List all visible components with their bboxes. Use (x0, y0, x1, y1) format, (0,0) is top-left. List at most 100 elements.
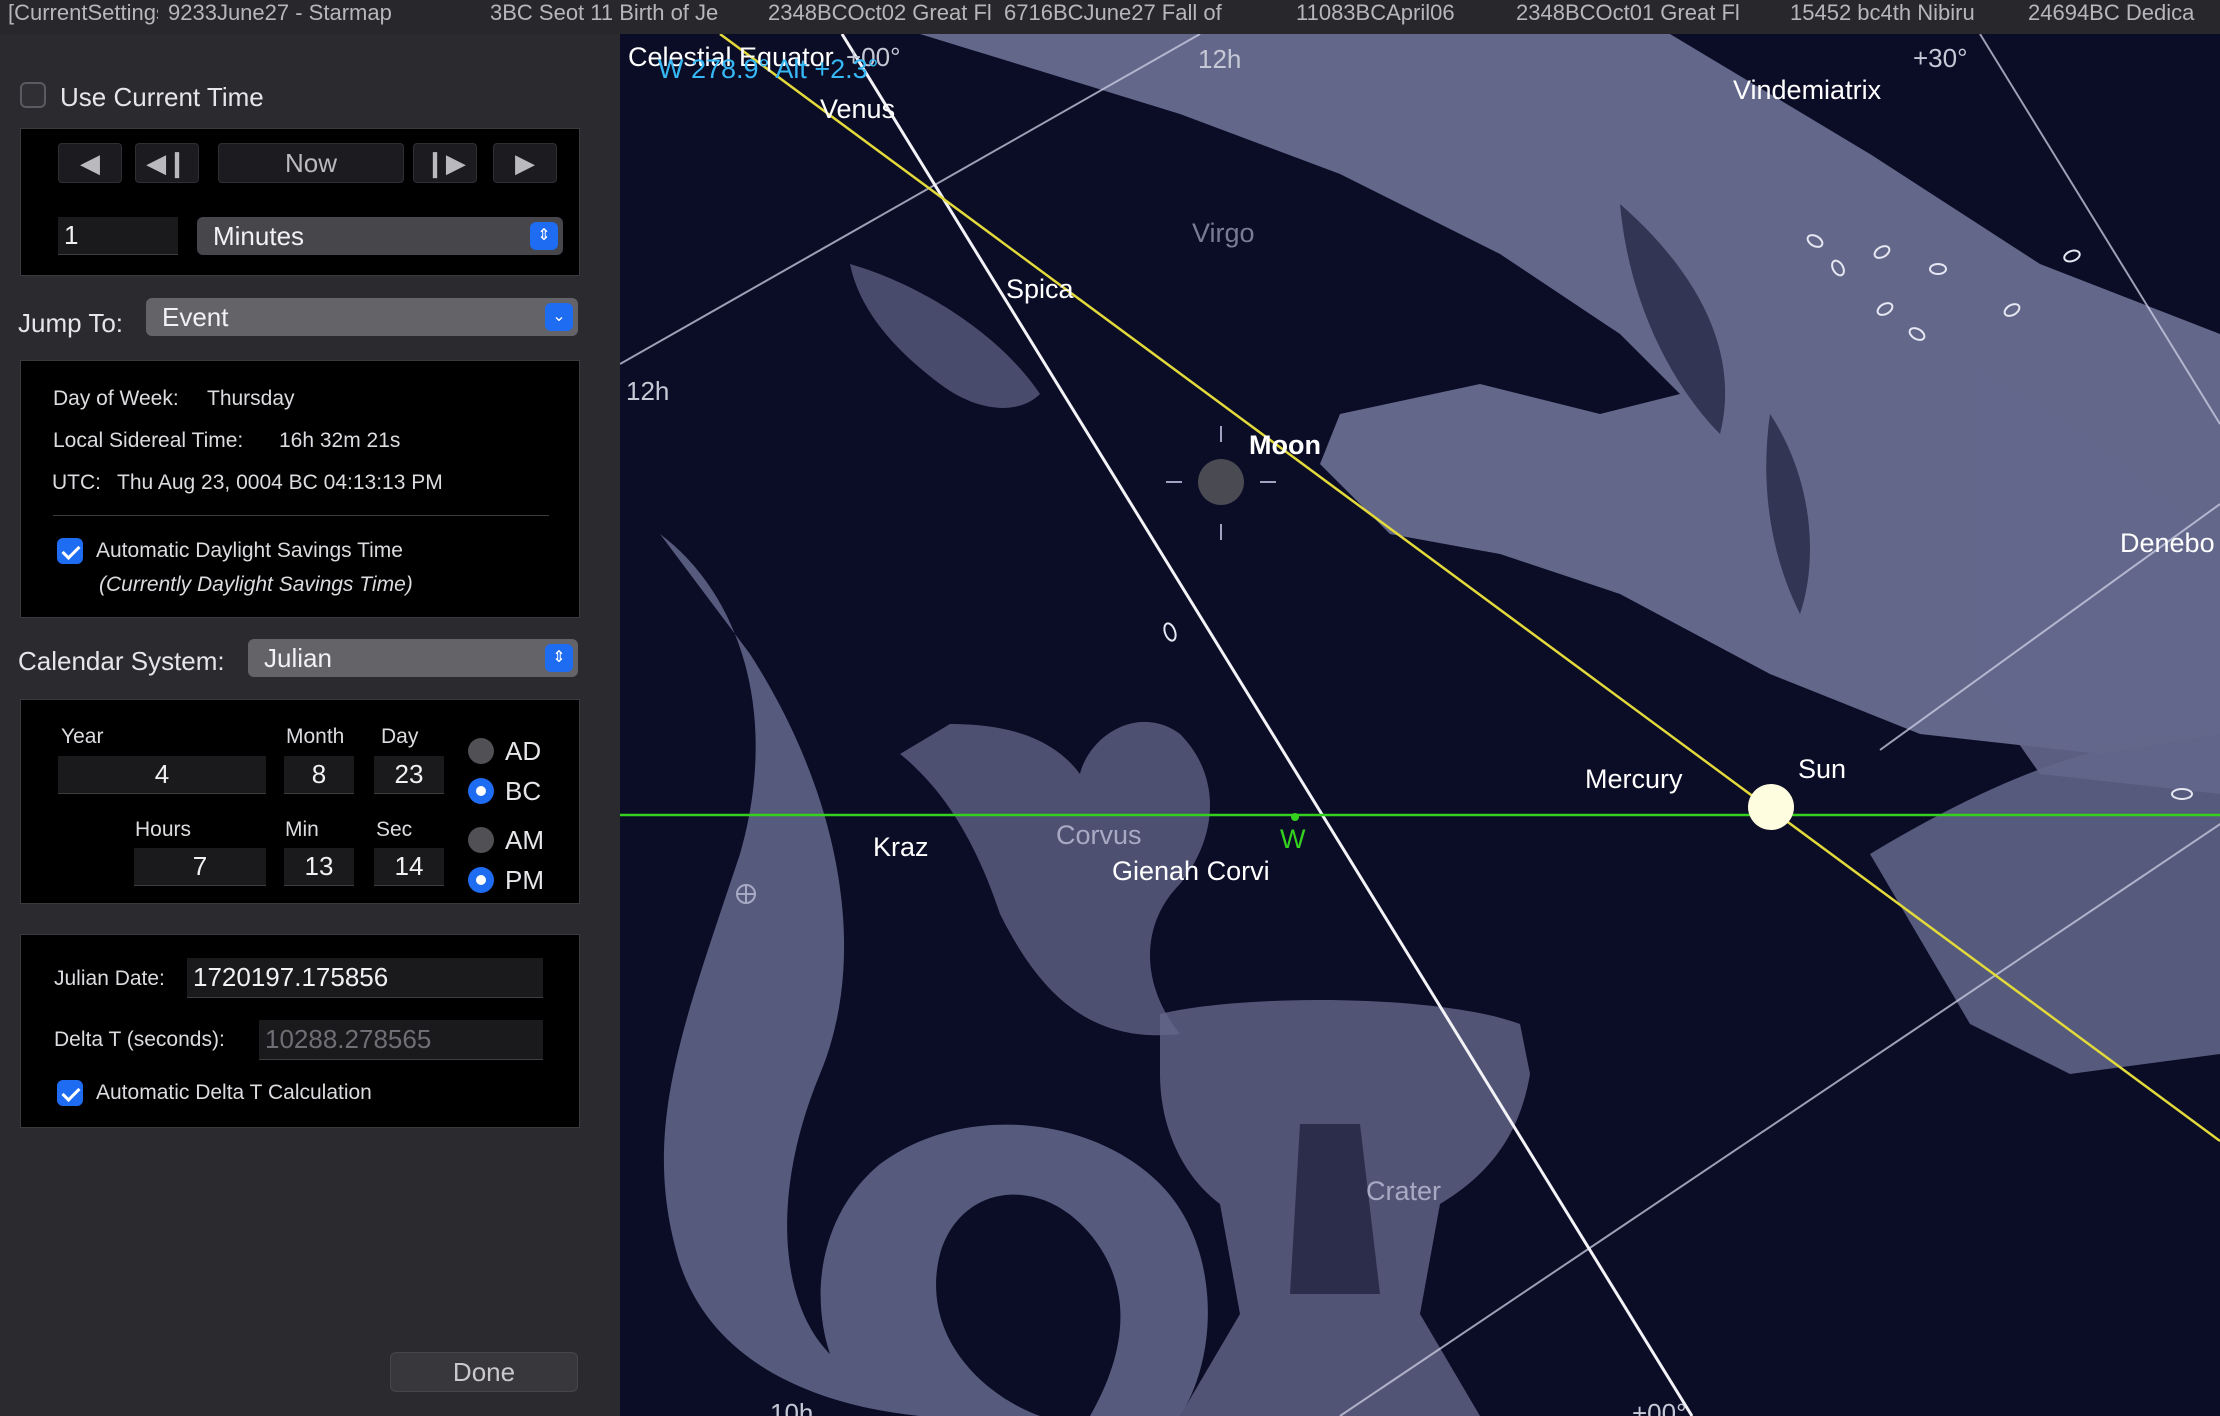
corvus-label: Corvus (1056, 820, 1142, 850)
tab-dedication[interactable]: 24694BC Dedica (2028, 0, 2220, 34)
play-backward-icon: ◀ (80, 147, 100, 178)
sky-chart-art (620, 34, 2220, 1416)
sun-disc (1748, 784, 1794, 830)
deneb-label[interactable]: Denebo (2120, 528, 2215, 559)
constellation-art (660, 34, 2220, 1416)
step-unit-value: Minutes (213, 220, 305, 251)
day-input[interactable]: 23 (374, 756, 444, 794)
year-label: Year (61, 725, 104, 748)
play-forward-button[interactable]: ▶ (493, 143, 557, 183)
bc-label: BC (505, 776, 542, 806)
bottom-degree-label: +00° (1632, 1398, 1687, 1416)
time-settings-panel: Use Current Time ◀ ◀❙ Now ❙▶ ▶ 1 Minutes… (0, 34, 620, 1416)
julian-date-label: Julian Date: (54, 967, 165, 990)
calendar-system-select[interactable]: Julian ⇕ (248, 639, 578, 677)
sky-chart-view[interactable]: Celestial Equator +00° W 278.9° Alt +2.3… (620, 34, 2220, 1416)
calendar-system-value: Julian (264, 642, 332, 673)
tab-birth[interactable]: 3BC Seot 11 Birth of Je (490, 0, 768, 34)
crater-label: Crater (1366, 1176, 1442, 1206)
am-radio[interactable] (468, 827, 494, 853)
mercury-label[interactable]: Mercury (1585, 764, 1683, 795)
julian-date-box: Julian Date: 1720197.175856 Delta T (sec… (20, 934, 580, 1128)
time-info-box: Day of Week: Thursday Local Sidereal Tim… (20, 360, 580, 618)
sun-label[interactable]: Sun (1798, 754, 1846, 785)
tab-april[interactable]: 11083BCApril06 (1296, 0, 1500, 34)
time-step-box: ◀ ◀❙ Now ❙▶ ▶ 1 Minutes ⇕ (20, 128, 580, 276)
am-label: AM (505, 825, 544, 855)
ad-radio[interactable] (468, 738, 494, 764)
step-amount-input[interactable]: 1 (58, 217, 178, 255)
now-button[interactable]: Now (218, 143, 404, 183)
venus-label[interactable]: Venus (820, 94, 895, 125)
play-backward-button[interactable]: ◀ (58, 143, 122, 183)
tab-great-flood-1[interactable]: 2348BCOct02 Great Fl (768, 0, 1004, 34)
play-forward-icon: ▶ (515, 147, 535, 178)
sec-label: Sec (376, 818, 413, 841)
day-label: Day (381, 725, 419, 748)
dst-checkbox[interactable] (57, 538, 83, 564)
day-of-week-value: Thursday (207, 387, 295, 410)
tab-fall[interactable]: 6716BCJune27 Fall of (1004, 0, 1266, 34)
sidereal-time-label: Local Sidereal Time: (53, 429, 244, 452)
hours-label: Hours (135, 818, 192, 841)
year-input[interactable]: 4 (58, 756, 266, 794)
bc-radio[interactable] (468, 778, 494, 804)
cursor-readout: W 278.9° Alt +2.3° (658, 54, 879, 84)
crosshair-icon (736, 884, 756, 904)
seconds-input[interactable]: 14 (374, 848, 444, 886)
month-label: Month (286, 725, 345, 748)
west-label: W (1280, 824, 1306, 854)
calendar-system-label: Calendar System: (18, 646, 225, 676)
moon-label[interactable]: Moon (1249, 430, 1321, 461)
utc-value: Thu Aug 23, 0004 BC 04:13:13 PM (117, 471, 443, 494)
step-unit-select[interactable]: Minutes ⇕ (197, 217, 563, 255)
auto-delta-t-checkbox[interactable] (57, 1080, 83, 1106)
minutes-input[interactable]: 13 (284, 848, 354, 886)
west-point (1291, 813, 1299, 821)
step-backward-button[interactable]: ◀❙ (135, 143, 199, 183)
tab-current-settings[interactable]: [CurrentSettings] (8, 0, 158, 34)
jump-to-label: Jump To: (18, 308, 124, 338)
tab-nibiru[interactable]: 15452 bc4th Nibiru (1790, 0, 2020, 34)
ra-label-bottom: 10h (770, 1398, 814, 1416)
document-tab-bar: [CurrentSettings] 9233June27 - Starmap 3… (0, 0, 2220, 34)
utc-label: UTC: (52, 471, 101, 494)
jump-to-select[interactable]: Event ⌄ (146, 298, 578, 336)
vindemiatrix-label[interactable]: Vindemiatrix (1733, 75, 1881, 106)
delta-t-input[interactable]: 10288.278565 (259, 1020, 543, 1060)
auto-delta-t-label: Automatic Delta T Calculation (96, 1081, 372, 1104)
day-of-week-label: Day of Week: (53, 387, 179, 410)
ra-label-top: 12h (1198, 44, 1242, 74)
step-forward-button[interactable]: ❙▶ (413, 143, 477, 183)
up-down-chevron-icon: ⇕ (545, 644, 573, 672)
chevron-down-icon: ⌄ (545, 303, 573, 331)
spica-label[interactable]: Spica (1006, 274, 1074, 305)
min-label: Min (285, 818, 319, 841)
step-forward-icon: ❙▶ (424, 147, 466, 178)
tab-starmap[interactable]: 9233June27 - Starmap (168, 0, 490, 34)
pm-label: PM (505, 865, 544, 895)
jump-to-value: Event (162, 301, 229, 332)
pm-radio[interactable] (468, 867, 494, 893)
hours-input[interactable]: 7 (134, 848, 266, 886)
dst-label: Automatic Daylight Savings Time (96, 539, 403, 562)
date-time-box: Year Month Day 4 8 23 Hours Min Sec 7 13… (20, 699, 580, 904)
delta-t-label: Delta T (seconds): (54, 1028, 225, 1051)
step-backward-icon: ◀❙ (146, 147, 188, 178)
declination-label: +30° (1913, 43, 1968, 73)
tab-great-flood-2[interactable]: 2348BCOct01 Great Fl (1516, 0, 1780, 34)
ad-label: AD (505, 736, 542, 766)
sidereal-time-value: 16h 32m 21s (279, 429, 401, 452)
up-down-chevron-icon: ⇕ (530, 222, 558, 250)
done-button[interactable]: Done (390, 1352, 578, 1392)
dst-note: (Currently Daylight Savings Time) (99, 573, 413, 596)
month-input[interactable]: 8 (284, 756, 354, 794)
virgo-label: Virgo (1192, 218, 1255, 248)
julian-date-input[interactable]: 1720197.175856 (187, 958, 543, 998)
divider (53, 515, 549, 516)
kraz-label[interactable]: Kraz (873, 832, 929, 863)
gienah-corvi-label[interactable]: Gienah Corvi (1112, 856, 1270, 887)
ra-label-left: 12h (626, 376, 670, 406)
use-current-time-label: Use Current Time (60, 82, 264, 112)
use-current-time-checkbox[interactable] (20, 82, 46, 108)
